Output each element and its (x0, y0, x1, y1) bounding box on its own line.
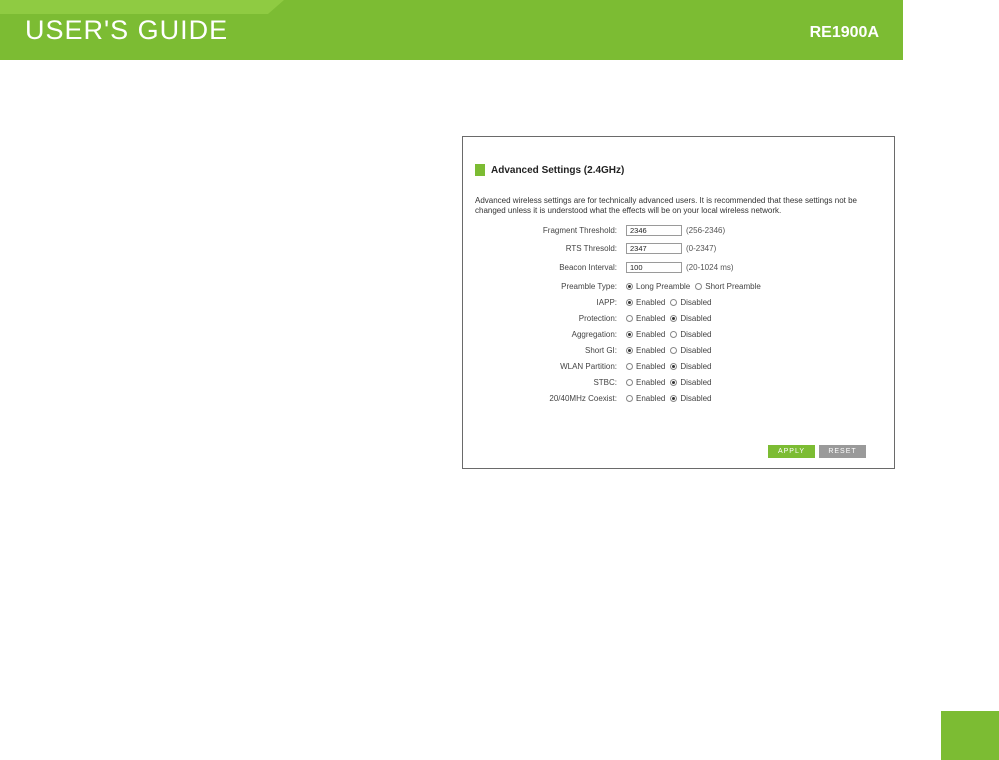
rts-threshold-row: RTS Thresold: 2347 (0-2347) (463, 241, 894, 255)
banner-tab-slope (268, 0, 284, 14)
stbc-enabled-radio[interactable] (626, 378, 633, 386)
coexist-label: 20/40MHz Coexist: (549, 393, 617, 403)
stbc-disabled-label: Disabled (680, 377, 712, 387)
short-gi-disabled-radio[interactable] (670, 346, 678, 354)
rts-threshold-input[interactable]: 2347 (626, 242, 682, 254)
preamble-type-label: Preamble Type: (561, 281, 617, 291)
short-preamble-radio[interactable] (695, 282, 703, 290)
aggregation-row: Aggregation: Enabled Disabled (463, 327, 894, 341)
coexist-radio-group: Enabled Disabled (626, 394, 717, 403)
long-preamble-label: Long Preamble (636, 281, 691, 291)
aggregation-disabled-label: Disabled (680, 329, 712, 339)
long-preamble-radio[interactable] (626, 282, 633, 290)
coexist-disabled-label: Disabled (680, 393, 712, 403)
panel-description: Advanced wireless settings are for techn… (475, 196, 857, 215)
aggregation-enabled-label: Enabled (636, 329, 666, 339)
short-preamble-label: Short Preamble (705, 281, 761, 291)
beacon-interval-label: Beacon Interval: (559, 262, 617, 272)
iapp-enabled-label: Enabled (636, 297, 666, 307)
iapp-disabled-radio[interactable] (670, 298, 678, 306)
iapp-enabled-radio[interactable] (626, 298, 633, 306)
preamble-radio-group: Long Preamble Short Preamble (626, 282, 766, 291)
short-gi-label: Short GI: (584, 345, 617, 355)
coexist-disabled-radio[interactable] (670, 394, 678, 402)
stbc-row: STBC: Enabled Disabled (463, 375, 894, 389)
beacon-interval-input[interactable]: 100 (626, 261, 682, 273)
coexist-row: 20/40MHz Coexist: Enabled Disabled (463, 391, 894, 405)
protection-disabled-radio[interactable] (670, 314, 678, 322)
fragment-threshold-label: Fragment Threshold: (542, 225, 617, 235)
iapp-disabled-label: Disabled (680, 297, 712, 307)
rts-threshold-label: RTS Thresold: (565, 243, 617, 253)
stbc-label: STBC: (593, 377, 617, 387)
short-gi-enabled-radio[interactable] (626, 346, 633, 354)
iapp-row: IAPP: Enabled Disabled (463, 295, 894, 309)
panel-title: Advanced Settings (2.4GHz) (491, 164, 625, 176)
stbc-radio-group: Enabled Disabled (626, 378, 717, 387)
fragment-threshold-input[interactable]: 2346 (626, 224, 682, 236)
protection-row: Protection: Enabled Disabled (463, 311, 894, 325)
fragment-threshold-range: (256-2346) (686, 225, 726, 235)
wlan-partition-radio-group: Enabled Disabled (626, 362, 717, 371)
protection-label: Protection: (578, 313, 617, 323)
apply-button[interactable]: APPLY (768, 445, 815, 458)
iapp-radio-group: Enabled Disabled (626, 298, 717, 307)
guide-title: USER'S GUIDE (25, 15, 229, 45)
wlan-partition-disabled-label: Disabled (680, 361, 712, 371)
aggregation-radio-group: Enabled Disabled (626, 330, 717, 339)
wlan-partition-enabled-radio[interactable] (626, 362, 633, 370)
short-gi-enabled-label: Enabled (636, 345, 666, 355)
stbc-enabled-label: Enabled (636, 377, 666, 387)
protection-enabled-radio[interactable] (626, 314, 633, 322)
protection-enabled-label: Enabled (636, 313, 666, 323)
reset-button[interactable]: RESET (819, 445, 866, 458)
model-name: RE1900A (809, 24, 879, 41)
short-gi-radio-group: Enabled Disabled (626, 346, 717, 355)
beacon-interval-row: Beacon Interval: 100 (20-1024 ms) (463, 260, 894, 274)
wlan-partition-row: WLAN Partition: Enabled Disabled (463, 359, 894, 373)
preamble-type-row: Preamble Type: Long Preamble Short Pream… (463, 279, 894, 293)
stbc-disabled-radio[interactable] (670, 378, 678, 386)
title-marker-icon (475, 164, 485, 176)
wlan-partition-label: WLAN Partition: (560, 361, 617, 371)
header-banner: USER'S GUIDE RE1900A (0, 0, 903, 60)
coexist-enabled-radio[interactable] (626, 394, 633, 402)
aggregation-enabled-radio[interactable] (626, 330, 633, 338)
aggregation-disabled-radio[interactable] (670, 330, 678, 338)
beacon-interval-range: (20-1024 ms) (686, 262, 734, 272)
rts-threshold-range: (0-2347) (686, 243, 717, 253)
fragment-threshold-row: Fragment Threshold: 2346 (256-2346) (463, 223, 894, 237)
aggregation-label: Aggregation: (571, 329, 617, 339)
protection-disabled-label: Disabled (680, 313, 712, 323)
protection-radio-group: Enabled Disabled (626, 314, 717, 323)
iapp-label: IAPP: (596, 297, 617, 307)
coexist-enabled-label: Enabled (636, 393, 666, 403)
panel-title-row: Advanced Settings (2.4GHz) (475, 163, 624, 177)
wlan-partition-enabled-label: Enabled (636, 361, 666, 371)
page-corner-marker (941, 711, 999, 760)
wlan-partition-disabled-radio[interactable] (670, 362, 678, 370)
short-gi-row: Short GI: Enabled Disabled (463, 343, 894, 357)
short-gi-disabled-label: Disabled (680, 345, 712, 355)
advanced-settings-panel: Advanced Settings (2.4GHz) Advanced wire… (462, 136, 895, 469)
banner-tab (0, 0, 268, 14)
